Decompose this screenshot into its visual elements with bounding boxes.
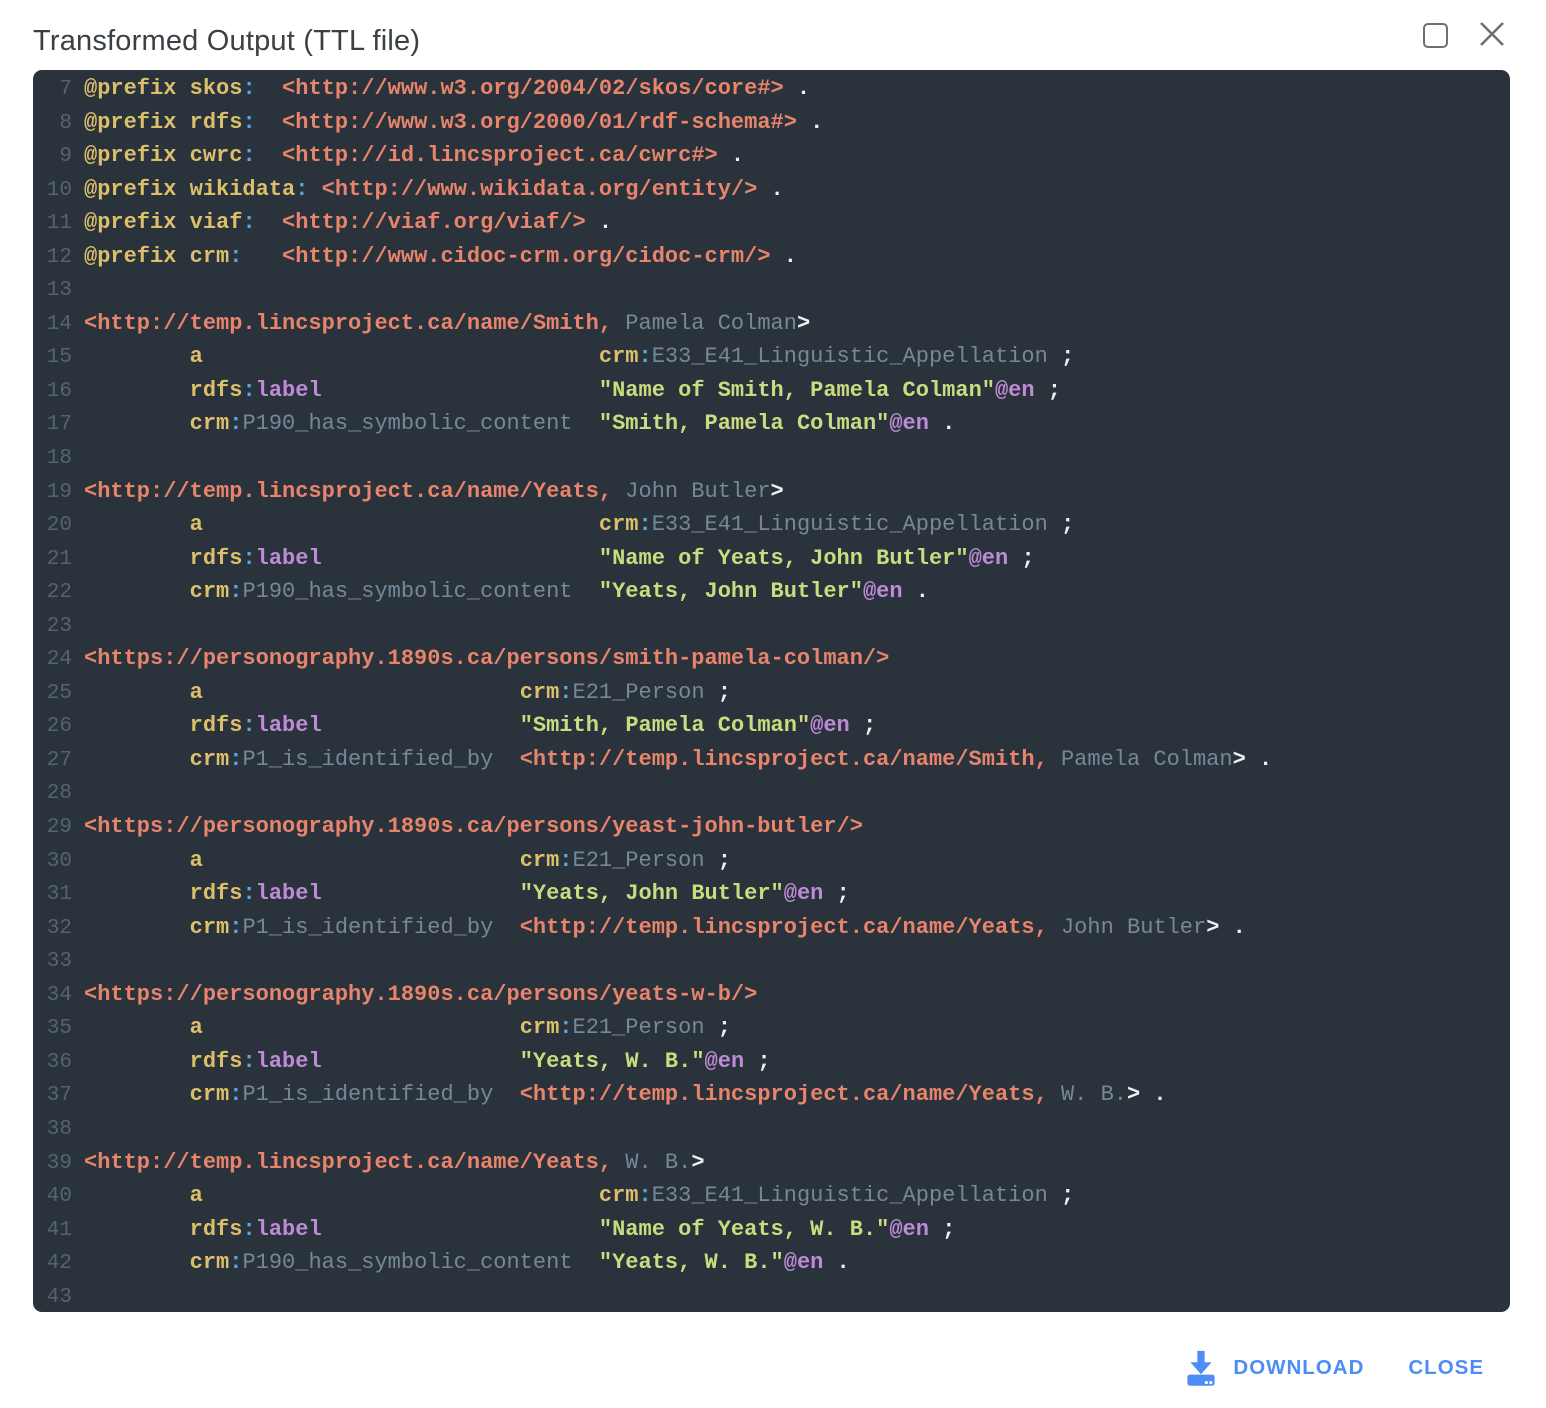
line-number: 26 xyxy=(33,710,72,744)
code-line: 25 a crm:E21_Person ; xyxy=(33,676,1510,710)
code-line: 30 a crm:E21_Person ; xyxy=(33,844,1510,878)
maximize-icon xyxy=(1423,23,1448,48)
line-number: 41 xyxy=(33,1214,72,1248)
code-line: 9@prefix cwrc: <http://id.lincsproject.c… xyxy=(33,139,1510,173)
line-number: 9 xyxy=(33,140,72,174)
line-number: 32 xyxy=(33,912,72,946)
code-line: 14<http://temp.lincsproject.ca/name/Smit… xyxy=(33,307,1510,341)
close-button[interactable] xyxy=(1475,17,1509,51)
code-line: 21 rdfs:label "Name of Yeats, John Butle… xyxy=(33,542,1510,576)
code-line: 27 crm:P1_is_identified_by <http://temp.… xyxy=(33,743,1510,777)
line-number: 28 xyxy=(33,777,72,811)
code-line: 15 a crm:E33_E41_Linguistic_Appellation … xyxy=(33,340,1510,374)
line-number: 29 xyxy=(33,811,72,845)
line-number: 7 xyxy=(33,73,72,107)
line-number: 19 xyxy=(33,476,72,510)
code-line: 35 a crm:E21_Person ; xyxy=(33,1011,1510,1045)
code-line: 37 crm:P1_is_identified_by <http://temp.… xyxy=(33,1078,1510,1112)
maximize-button[interactable] xyxy=(1420,20,1450,50)
code-line: 10@prefix wikidata: <http://www.wikidata… xyxy=(33,173,1510,207)
code-line: 36 rdfs:label "Yeats, W. B."@en ; xyxy=(33,1045,1510,1079)
line-number: 30 xyxy=(33,845,72,879)
code-line: 39<http://temp.lincsproject.ca/name/Yeat… xyxy=(33,1146,1510,1180)
code-editor[interactable]: 7@prefix skos: <http://www.w3.org/2004/0… xyxy=(33,70,1510,1312)
line-number: 24 xyxy=(33,643,72,677)
line-number: 43 xyxy=(33,1281,72,1312)
line-number: 15 xyxy=(33,341,72,375)
close-icon xyxy=(1477,19,1507,49)
code-line: 22 crm:P190_has_symbolic_content "Yeats,… xyxy=(33,575,1510,609)
line-number: 38 xyxy=(33,1113,72,1147)
line-number: 21 xyxy=(33,543,72,577)
code-line: 38 xyxy=(33,1112,1510,1146)
download-icon xyxy=(1182,1347,1220,1389)
line-number: 20 xyxy=(33,509,72,543)
line-number: 35 xyxy=(33,1012,72,1046)
line-number: 31 xyxy=(33,878,72,912)
line-number: 14 xyxy=(33,308,72,342)
code-line: 18 xyxy=(33,441,1510,475)
download-button-label: DOWNLOAD xyxy=(1233,1356,1364,1380)
line-number: 33 xyxy=(33,945,72,979)
code-line: 19<http://temp.lincsproject.ca/name/Yeat… xyxy=(33,475,1510,509)
line-number: 27 xyxy=(33,744,72,778)
code-line: 33 xyxy=(33,944,1510,978)
line-number: 13 xyxy=(33,274,72,308)
code-line: 12@prefix crm: <http://www.cidoc-crm.org… xyxy=(33,240,1510,274)
close-button-label: CLOSE xyxy=(1408,1356,1484,1380)
line-number: 40 xyxy=(33,1180,72,1214)
line-number: 22 xyxy=(33,576,72,610)
line-number: 39 xyxy=(33,1147,72,1181)
code-line: 40 a crm:E33_E41_Linguistic_Appellation … xyxy=(33,1179,1510,1213)
code-line: 17 crm:P190_has_symbolic_content "Smith,… xyxy=(33,407,1510,441)
page-title: Transformed Output (TTL file) xyxy=(33,24,420,58)
code-line: 26 rdfs:label "Smith, Pamela Colman"@en … xyxy=(33,709,1510,743)
line-number: 23 xyxy=(33,610,72,644)
line-number: 11 xyxy=(33,207,72,241)
line-number: 37 xyxy=(33,1079,72,1113)
code-line: 13 xyxy=(33,273,1510,307)
code-line: 24<https://personography.1890s.ca/person… xyxy=(33,642,1510,676)
code-line: 42 crm:P190_has_symbolic_content "Yeats,… xyxy=(33,1246,1510,1280)
line-number: 12 xyxy=(33,241,72,275)
line-number: 25 xyxy=(33,677,72,711)
code-line: 16 rdfs:label "Name of Smith, Pamela Col… xyxy=(33,374,1510,408)
line-number: 16 xyxy=(33,375,72,409)
footer-actions: DOWNLOAD CLOSE xyxy=(1182,1344,1484,1392)
code-line: 31 rdfs:label "Yeats, John Butler"@en ; xyxy=(33,877,1510,911)
code-line: 43 xyxy=(33,1280,1510,1312)
code-line: 7@prefix skos: <http://www.w3.org/2004/0… xyxy=(33,72,1510,106)
code-line: 20 a crm:E33_E41_Linguistic_Appellation … xyxy=(33,508,1510,542)
line-number: 36 xyxy=(33,1046,72,1080)
line-number: 10 xyxy=(33,174,72,208)
code-line: 28 xyxy=(33,776,1510,810)
line-number: 34 xyxy=(33,979,72,1013)
line-number: 18 xyxy=(33,442,72,476)
transformed-output-dialog: { "dialog": { "title": "Transformed Outp… xyxy=(0,0,1546,1408)
code-line: 34<https://personography.1890s.ca/person… xyxy=(33,978,1510,1012)
download-button[interactable]: DOWNLOAD xyxy=(1182,1347,1364,1389)
code-line: 32 crm:P1_is_identified_by <http://temp.… xyxy=(33,911,1510,945)
line-number: 42 xyxy=(33,1247,72,1281)
code-line: 29<https://personography.1890s.ca/person… xyxy=(33,810,1510,844)
line-number: 17 xyxy=(33,408,72,442)
line-number: 8 xyxy=(33,107,72,141)
close-footer-button[interactable]: CLOSE xyxy=(1408,1356,1484,1380)
code-line: 23 xyxy=(33,609,1510,643)
code-line: 11@prefix viaf: <http://viaf.org/viaf/> … xyxy=(33,206,1510,240)
code-line: 41 rdfs:label "Name of Yeats, W. B."@en … xyxy=(33,1213,1510,1247)
code-line: 8@prefix rdfs: <http://www.w3.org/2000/0… xyxy=(33,106,1510,140)
